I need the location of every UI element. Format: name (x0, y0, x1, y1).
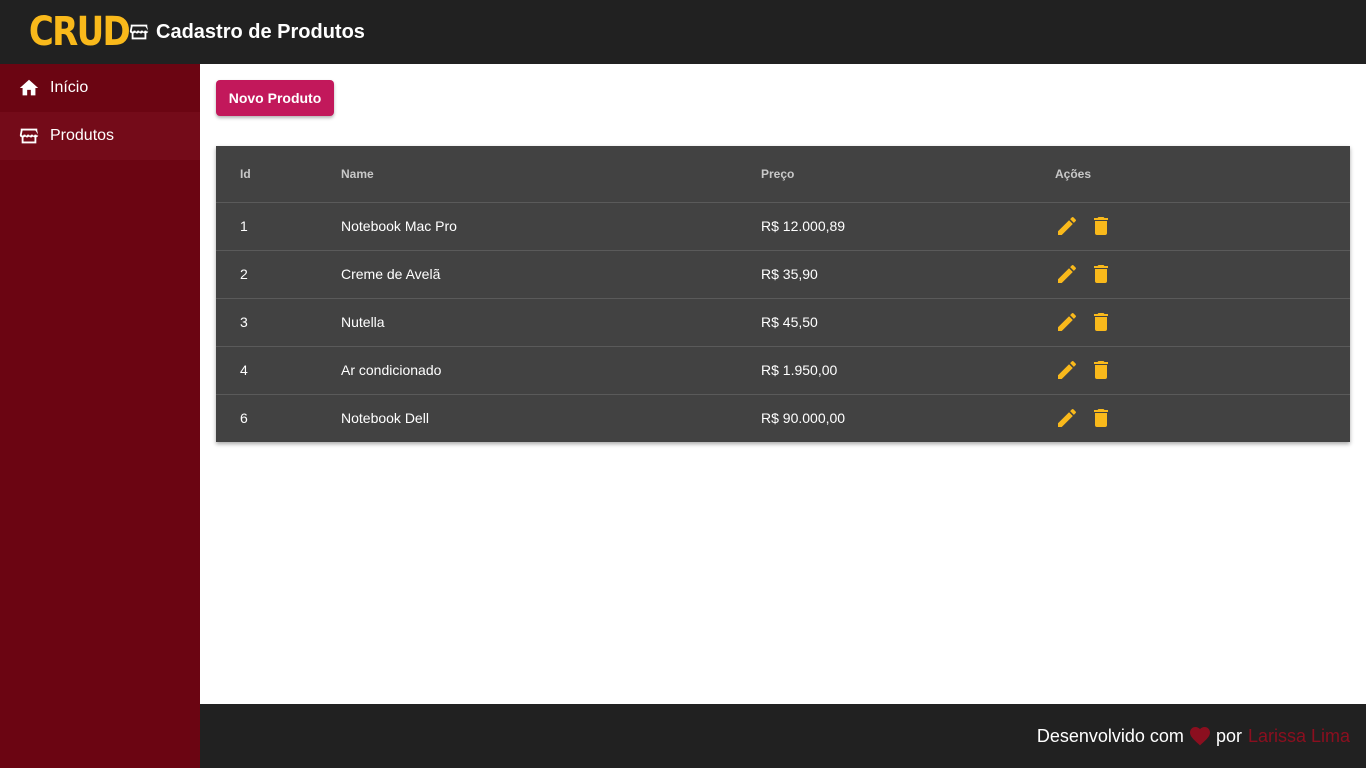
cell-price: R$ 12.000,89 (761, 202, 1055, 251)
app-footer: Desenvolvido com por Larissa Lima (200, 704, 1366, 768)
sidebar-item-produtos[interactable]: Produtos (0, 112, 200, 160)
app-logo[interactable]: CRUD (0, 0, 131, 64)
table-header-row: Id Name Preço Ações (216, 146, 1350, 203)
column-header-price: Preço (761, 146, 1055, 203)
table-row: 3 Nutella R$ 45,50 (216, 298, 1350, 347)
cell-name: Creme de Avelã (341, 250, 761, 299)
column-header-id: Id (216, 146, 341, 203)
edit-icon[interactable] (1055, 406, 1079, 430)
table-row: 2 Creme de Avelã R$ 35,90 (216, 250, 1350, 299)
cell-actions (1055, 346, 1350, 395)
sidebar-item-label: Produtos (50, 127, 115, 144)
home-icon (19, 79, 39, 96)
products-table: Id Name Preço Ações 1 Notebook Mac Pro R… (216, 146, 1350, 442)
app-header: CRUD Cadastro de Produtos (0, 0, 1366, 64)
cell-id: 6 (240, 410, 248, 427)
cell-price: R$ 35,90 (761, 250, 1055, 299)
sidebar: Início Produtos (0, 64, 200, 768)
sidebar-item-inicio[interactable]: Início (0, 64, 200, 112)
sidebar-item-label: Início (50, 79, 89, 96)
table-row: 6 Notebook Dell R$ 90.000,00 (216, 394, 1350, 442)
heart-icon (1189, 727, 1210, 746)
cell-name: Notebook Dell (341, 410, 429, 427)
delete-icon[interactable] (1089, 214, 1113, 238)
footer-by: por (1215, 725, 1242, 746)
edit-icon[interactable] (1055, 214, 1079, 238)
cell-id: 4 (216, 346, 341, 395)
cell-id: 3 (216, 298, 341, 347)
author-link[interactable]: Larissa Lima (1248, 726, 1350, 747)
column-header-actions: Ações (1055, 146, 1350, 203)
page-title: Cadastro de Produtos (128, 21, 365, 44)
cell-name: Nutella (341, 298, 761, 347)
edit-icon[interactable] (1055, 262, 1079, 286)
cell-id: 1 (216, 202, 341, 251)
delete-icon[interactable] (1089, 406, 1113, 430)
table-row: 1 Notebook Mac Pro R$ 12.000,89 (216, 202, 1350, 251)
table-row: 4 Ar condicionado R$ 1.950,00 (216, 346, 1350, 395)
store-icon (19, 128, 39, 144)
new-product-button[interactable]: Novo Produto (216, 80, 334, 116)
cell-price: R$ 45,50 (761, 298, 1055, 347)
page-title-text: Cadastro de Produtos (156, 20, 365, 43)
column-header-name: Name (341, 146, 761, 203)
cell-name: Ar condicionado (341, 346, 761, 395)
cell-actions (1055, 250, 1350, 299)
store-icon (129, 24, 149, 40)
cell-id: 2 (216, 250, 341, 299)
delete-icon[interactable] (1089, 310, 1113, 334)
cell-name: Notebook Mac Pro (341, 202, 761, 251)
cell-actions (1055, 394, 1350, 442)
cell-price: R$ 1.950,00 (761, 346, 1055, 395)
cell-actions (1055, 202, 1350, 251)
main-content: Novo Produto Id Name Preço Ações 1 Noteb… (200, 64, 1366, 704)
footer-prefix: Desenvolvido com (1036, 725, 1184, 746)
cell-actions (1055, 298, 1350, 347)
cell-price: R$ 90.000,00 (761, 410, 846, 427)
edit-icon[interactable] (1055, 358, 1079, 382)
delete-icon[interactable] (1089, 262, 1113, 286)
delete-icon[interactable] (1089, 358, 1113, 382)
edit-icon[interactable] (1055, 310, 1079, 334)
